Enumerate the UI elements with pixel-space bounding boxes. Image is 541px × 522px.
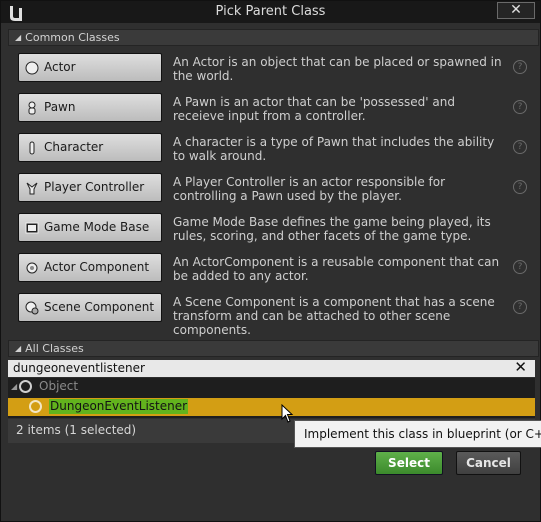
actor-description: An Actor is an object that can be placed… xyxy=(173,55,502,83)
class-ring-icon xyxy=(19,380,32,393)
help-icon[interactable]: ? xyxy=(513,60,527,74)
window-title: Pick Parent Class xyxy=(215,4,326,19)
class-row-scene-component: Scene Component A Scene Component is a c… xyxy=(8,289,539,337)
search-value: dungeoneventlistener xyxy=(13,361,145,375)
class-tree: ◢ Object DungeonEventListener xyxy=(8,378,535,418)
close-button[interactable]: ✕ xyxy=(497,2,535,19)
mouse-cursor-icon xyxy=(281,404,294,423)
help-icon[interactable]: ? xyxy=(513,260,527,274)
game-mode-base-button-label: Game Mode Base xyxy=(44,220,150,234)
player-controller-button[interactable]: Player Controller xyxy=(18,173,162,202)
scene-component-button[interactable]: Scene Component xyxy=(18,293,162,322)
all-classes-header[interactable]: ◢ All Classes xyxy=(8,340,539,357)
tree-item-selected-label: DungeonEventListener xyxy=(49,399,189,414)
tree-item-dungeon-event-listener[interactable]: DungeonEventListener xyxy=(8,398,535,416)
game-mode-base-button[interactable]: Game Mode Base xyxy=(18,213,162,242)
pawn-description: A Pawn is an actor that can be 'possesse… xyxy=(173,95,455,123)
player-controller-description: A Player Controller is an actor responsi… xyxy=(173,175,446,203)
help-icon[interactable]: ? xyxy=(513,300,527,314)
actor-component-icon xyxy=(26,262,38,274)
player-controller-button-label: Player Controller xyxy=(44,180,145,194)
title-bar[interactable]: Pick Parent Class ✕ xyxy=(1,1,540,23)
class-ring-icon xyxy=(29,400,42,413)
class-search-input[interactable]: dungeoneventlistener ✕ xyxy=(8,359,535,377)
class-row-character: Character A character is a type of Pawn … xyxy=(8,129,539,169)
game-mode-icon xyxy=(25,222,39,234)
class-row-game-mode-base: Game Mode Base Game Mode Base defines th… xyxy=(8,209,539,249)
tree-item-object[interactable]: ◢ Object xyxy=(8,378,535,396)
clear-search-icon[interactable]: ✕ xyxy=(514,359,527,375)
help-icon[interactable]: ? xyxy=(513,140,527,154)
pick-parent-class-dialog: Pick Parent Class ✕ ◢ Common Classes Acto… xyxy=(0,0,541,522)
pawn-button-label: Pawn xyxy=(44,100,76,114)
help-icon[interactable]: ? xyxy=(513,100,527,114)
collapse-triangle-icon: ◢ xyxy=(15,344,22,353)
common-classes-header[interactable]: ◢ Common Classes xyxy=(8,29,539,46)
scene-component-icon xyxy=(25,301,39,315)
player-controller-icon xyxy=(26,182,38,195)
class-row-actor: Actor An Actor is an object that can be … xyxy=(8,49,539,89)
scene-component-description: A Scene Component is a component that ha… xyxy=(173,295,495,337)
scene-component-button-label: Scene Component xyxy=(44,300,155,314)
actor-component-button[interactable]: Actor Component xyxy=(18,253,162,282)
actor-component-button-label: Actor Component xyxy=(44,260,150,274)
expand-triangle-icon[interactable]: ◢ xyxy=(11,378,17,395)
tree-item-object-label: Object xyxy=(39,379,79,393)
character-icon xyxy=(29,141,35,155)
class-row-pawn: Pawn A Pawn is an actor that can be 'pos… xyxy=(8,89,539,129)
actor-button[interactable]: Actor xyxy=(18,53,162,82)
game-mode-base-description: Game Mode Base defines the game being pl… xyxy=(173,215,491,243)
character-description: A character is a type of Pawn that inclu… xyxy=(173,135,495,163)
pawn-icon xyxy=(28,101,36,115)
pawn-button[interactable]: Pawn xyxy=(18,93,162,122)
character-button[interactable]: Character xyxy=(18,133,162,162)
tooltip: Implement this class in blueprint (or C+… xyxy=(294,420,541,448)
actor-icon xyxy=(25,61,39,75)
collapse-triangle-icon: ◢ xyxy=(15,33,22,42)
all-classes-title: All Classes xyxy=(25,342,84,355)
class-row-player-controller: Player Controller A Player Controller is… xyxy=(8,169,539,209)
character-button-label: Character xyxy=(44,140,104,154)
class-row-actor-component: Actor Component An ActorComponent is a r… xyxy=(8,249,539,289)
cancel-button[interactable]: Cancel xyxy=(456,451,521,475)
actor-component-description: An ActorComponent is a reusable componen… xyxy=(173,255,500,283)
common-classes-title: Common Classes xyxy=(25,31,120,44)
help-icon[interactable]: ? xyxy=(513,180,527,194)
select-button[interactable]: Select xyxy=(375,451,443,475)
actor-button-label: Actor xyxy=(44,60,76,74)
